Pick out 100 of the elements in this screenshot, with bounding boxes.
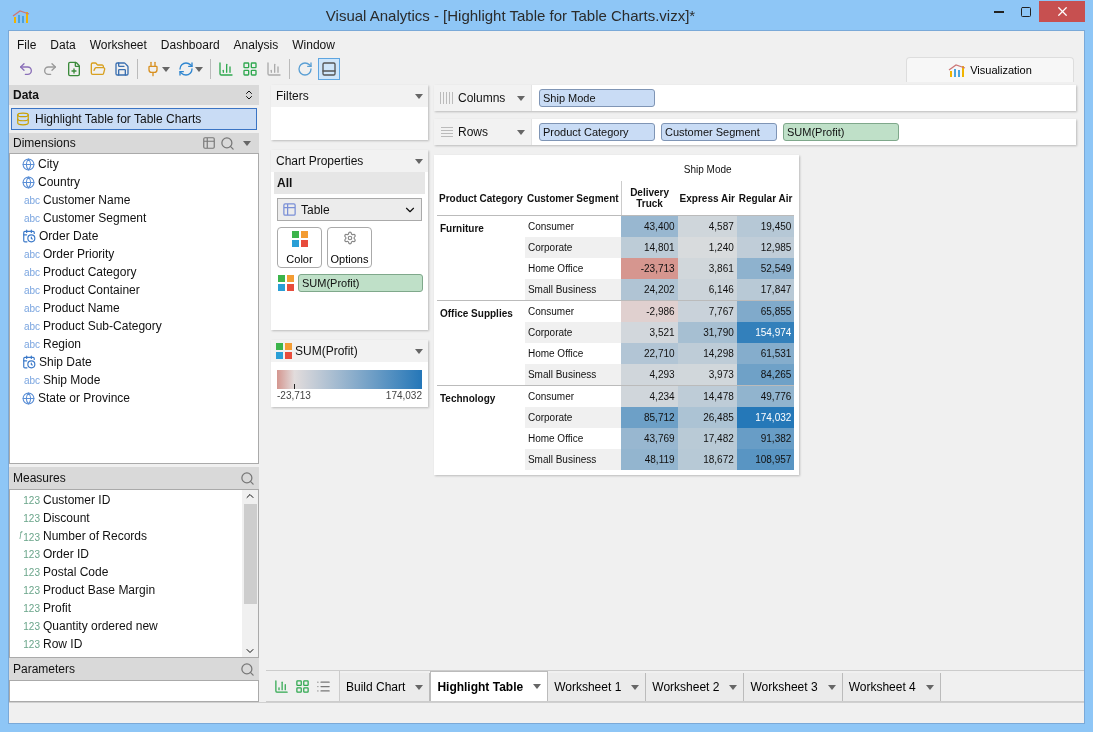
card-title: Chart Properties [276, 154, 365, 168]
sheet-tab[interactable]: Worksheet 2 [646, 673, 745, 701]
scrollbar[interactable] [242, 490, 258, 657]
type-mark: 123 [22, 620, 40, 632]
sheet-tab[interactable]: Highlight Table [430, 671, 549, 701]
dimension-item[interactable]: abc Product Sub-Category [10, 317, 258, 335]
dimension-item[interactable]: abc Region [10, 335, 258, 353]
dimension-item[interactable]: abc Ship Mode [10, 371, 258, 389]
measure-item[interactable]: 123 Postal Code [10, 563, 242, 581]
caret-icon[interactable] [243, 140, 251, 146]
dimension-item[interactable]: abc Product Container [10, 281, 258, 299]
type-mark: abc [22, 248, 40, 260]
dimension-item[interactable]: abc Customer Name [10, 191, 258, 209]
segment-cell: Consumer [524, 300, 622, 322]
caret-icon[interactable] [517, 129, 525, 135]
globe-icon [22, 391, 35, 405]
calendar-clock-icon [22, 355, 36, 369]
measure-item[interactable]: $^{ƒ}$123 Number of Records [10, 527, 242, 545]
sheet-tab[interactable]: Worksheet 4 [842, 673, 941, 701]
search-icon[interactable] [240, 470, 255, 486]
measure-item[interactable]: 123 Customer ID [10, 491, 242, 509]
column-header: Regular Air [736, 181, 795, 216]
dimension-item[interactable]: Country [10, 173, 258, 191]
dimension-pill[interactable]: Customer Segment [661, 123, 777, 141]
category-cell: Furniture [437, 215, 525, 301]
type-mark: 123 [22, 548, 40, 560]
caret-icon[interactable] [415, 93, 423, 99]
measure-item[interactable]: 123 Discount [10, 509, 242, 527]
caret-icon[interactable] [415, 348, 423, 354]
caret-icon[interactable] [415, 158, 423, 164]
options-button[interactable]: Options [327, 227, 372, 268]
search-icon[interactable] [220, 135, 235, 151]
dimension-item[interactable]: City [10, 155, 258, 173]
search-icon[interactable] [240, 661, 255, 677]
measure-item[interactable]: 123 Quantity ordered new [10, 617, 242, 635]
dimension-item[interactable]: abc Order Priority [10, 245, 258, 263]
save-icon [114, 61, 130, 77]
segment-cell: Corporate [524, 237, 622, 258]
value-cell: 84,265 [736, 364, 795, 386]
type-mark: 123 [22, 566, 40, 578]
sheet-tab[interactable]: Worksheet 3 [744, 673, 843, 701]
value-cell: 174,032 [736, 407, 795, 428]
value-cell: 52,549 [736, 258, 795, 279]
caret-icon[interactable] [517, 95, 525, 101]
menu-item[interactable]: Window [292, 38, 335, 52]
sheet-tab[interactable]: Build Chart [340, 673, 431, 701]
measure-item[interactable]: 123 Product Base Margin [10, 581, 242, 599]
dimension-item[interactable]: abc Product Category [10, 263, 258, 281]
caret-icon [533, 684, 542, 689]
measure-item[interactable]: 123 Row ID [10, 635, 242, 653]
chart-type-dropdown[interactable]: Table [277, 198, 422, 221]
type-mark: 123 [22, 638, 40, 650]
dimension-item[interactable]: Order Date [10, 227, 258, 245]
menu-item[interactable]: Dashboard [160, 38, 220, 52]
caret-icon [631, 684, 640, 690]
value-cell: 43,400 [621, 215, 678, 237]
dimension-pill[interactable]: Ship Mode [539, 89, 655, 107]
type-mark: abc [22, 194, 40, 206]
measure-item[interactable]: 123 Profit [10, 599, 242, 617]
calendar-clock-icon [22, 229, 36, 243]
measure-pill[interactable]: SUM(Profit) [783, 123, 899, 141]
caret-icon [827, 684, 836, 690]
dimension-item[interactable]: Ship Date [10, 353, 258, 371]
data-source-item[interactable]: Highlight Table for Table Charts [11, 108, 257, 130]
menu-item[interactable]: Worksheet [89, 38, 147, 52]
type-mark: 123 [22, 584, 40, 596]
value-cell: 61,531 [736, 343, 795, 364]
type-mark: 123 [22, 494, 40, 506]
app-logo-icon [12, 8, 30, 24]
bar-chart-plus-icon[interactable] [274, 678, 289, 694]
measure-pill[interactable]: SUM(Profit) [298, 274, 423, 292]
color-button[interactable]: Color [277, 227, 322, 268]
table-icon[interactable] [202, 136, 216, 150]
menu-item[interactable]: Analysis [233, 38, 279, 52]
grid-plus-icon[interactable] [295, 678, 310, 694]
value-cell: -2,986 [621, 300, 678, 322]
dimension-pill[interactable]: Product Category [539, 123, 655, 141]
sort-icon[interactable] [243, 89, 255, 101]
segment-cell: Home Office [524, 343, 622, 364]
dimension-item[interactable]: abc Product Name [10, 299, 258, 317]
menu-item[interactable]: Data [50, 38, 76, 52]
type-mark: abc [22, 284, 40, 296]
toolbar-button[interactable] [318, 58, 340, 80]
value-cell: -23,713 [621, 258, 678, 279]
dimension-item[interactable]: abc Customer Segment [10, 209, 258, 227]
measure-item[interactable]: 123 Order ID [10, 545, 242, 563]
menu-item[interactable]: File [17, 38, 37, 52]
redo-icon [42, 61, 58, 77]
value-cell: 14,801 [621, 237, 678, 258]
sheet-tab[interactable]: Worksheet 1 [548, 673, 647, 701]
color-squares-icon [278, 275, 294, 291]
dimension-item[interactable]: State or Province [10, 389, 258, 407]
bar-chart-plus-icon [218, 61, 234, 77]
value-cell: 3,973 [677, 364, 737, 386]
visualization-tab[interactable]: Visualization [906, 57, 1074, 82]
segment-cell: Small Business [524, 449, 622, 470]
list-icon[interactable] [316, 678, 331, 694]
type-mark: 123 [22, 602, 40, 614]
color-squares-icon [276, 343, 292, 359]
refresh-icon [178, 61, 194, 77]
